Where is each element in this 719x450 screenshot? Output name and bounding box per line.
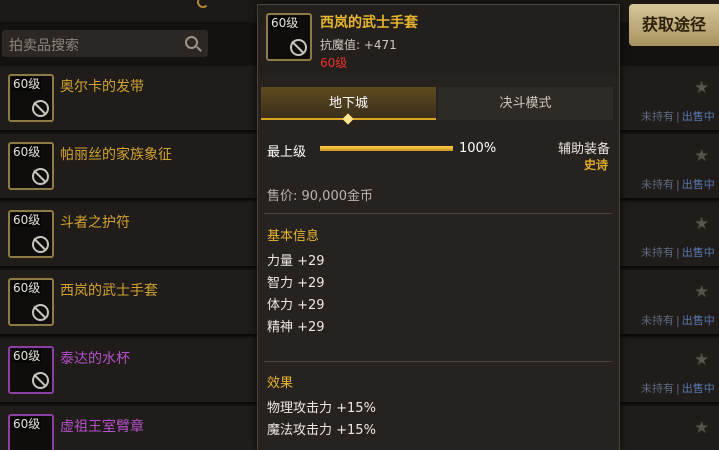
- unusable-icon: [32, 168, 49, 185]
- favorite-star-icon[interactable]: ★: [694, 146, 709, 166]
- item-icon: 60级: [8, 74, 54, 122]
- divider: [264, 213, 612, 214]
- coin-icon: [197, 0, 209, 8]
- item-icon: 60级: [8, 414, 54, 450]
- item-rarity: 史诗: [584, 158, 609, 172]
- unusable-icon: [32, 372, 49, 389]
- item-icon: 60级: [8, 278, 54, 326]
- item-status: 未持有 | 出售中: [641, 382, 715, 395]
- unusable-icon: [32, 236, 49, 253]
- item-tooltip: 60级 西岚的武士手套 抗魔值: +471 60级 地下城 决斗模式 最上级 1…: [257, 4, 620, 450]
- acquire-method-button[interactable]: 获取途径: [629, 4, 719, 46]
- item-icon: 60级: [8, 346, 54, 394]
- unusable-icon: [290, 39, 307, 56]
- item-level: 60级: [12, 281, 42, 295]
- item-status: 未持有 | 出售中: [641, 178, 715, 191]
- effect-title: 效果: [267, 376, 294, 391]
- effect-line: 魔法攻击力 +15%: [267, 423, 376, 438]
- grade-bar: [320, 146, 453, 151]
- basic-info-title: 基本信息: [267, 229, 320, 244]
- item-name: 泰达的水杯: [60, 351, 130, 367]
- item-name: 奥尔卡的发带: [60, 79, 144, 95]
- favorite-star-icon[interactable]: ★: [694, 214, 709, 234]
- unusable-icon: [32, 304, 49, 321]
- item-status: 未持有 | 出售中: [641, 314, 715, 327]
- tooltip-item-name: 西岚的武士手套: [320, 15, 418, 31]
- favorite-star-icon[interactable]: ★: [694, 282, 709, 302]
- grade-bar-fill: [320, 146, 453, 151]
- effect-line: 物理攻击力 +15%: [267, 401, 376, 416]
- tooltip-item-icon: 60级: [266, 13, 312, 61]
- tab-duel[interactable]: 决斗模式: [438, 87, 613, 120]
- item-icon: 60级: [8, 142, 54, 190]
- item-name: 斗者之护符: [60, 215, 130, 231]
- tooltip-item-level: 60级: [270, 16, 300, 30]
- tooltip-required-level: 60级: [320, 56, 348, 70]
- item-level: 60级: [12, 349, 42, 363]
- favorite-star-icon[interactable]: ★: [694, 350, 709, 370]
- item-name: 帕丽丝的家族象征: [60, 147, 172, 163]
- item-type: 辅助装备: [558, 142, 611, 157]
- item-level: 60级: [12, 77, 42, 91]
- tooltip-resist: 抗魔值: +471: [320, 38, 397, 52]
- grade-value: 100%: [459, 141, 497, 156]
- divider: [264, 361, 612, 362]
- unusable-icon: [32, 100, 49, 117]
- stat-line: 体力 +29: [267, 298, 325, 313]
- favorite-star-icon[interactable]: ★: [694, 418, 709, 438]
- item-level: 60级: [12, 213, 42, 227]
- item-price: 售价: 90,000金币: [267, 189, 373, 204]
- item-icon: 60级: [8, 210, 54, 258]
- stat-line: 力量 +29: [267, 254, 325, 269]
- stat-line: 精神 +29: [267, 320, 325, 335]
- tooltip-header: 60级 西岚的武士手套 抗魔值: +471 60级: [258, 5, 619, 75]
- search-input[interactable]: 拍卖品搜索: [2, 30, 208, 57]
- mode-tabs: 地下城 决斗模式: [261, 87, 615, 125]
- item-name: 西岚的武士手套: [60, 283, 158, 299]
- favorite-star-icon[interactable]: ★: [694, 78, 709, 98]
- search-icon[interactable]: [185, 36, 198, 49]
- item-name: 虚祖王室臂章: [60, 419, 144, 435]
- grade-label: 最上级: [267, 145, 307, 160]
- search-placeholder: 拍卖品搜索: [9, 38, 79, 54]
- item-level: 60级: [12, 145, 42, 159]
- item-status: 未持有 | 出售中: [641, 110, 715, 123]
- item-status: 未持有 | 出售中: [641, 246, 715, 259]
- stat-line: 智力 +29: [267, 276, 325, 291]
- item-level: 60级: [12, 417, 42, 431]
